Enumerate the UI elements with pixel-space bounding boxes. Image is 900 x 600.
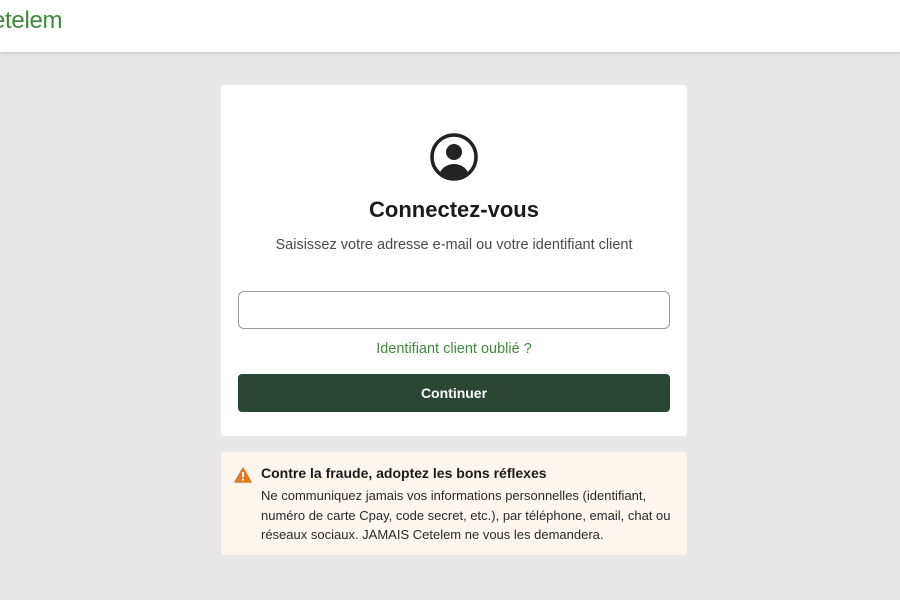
page-subtitle: Saisissez votre adresse e-mail ou votre … [275, 237, 633, 253]
fraud-alert-title: Contre la fraude, adoptez les bons réfle… [261, 465, 547, 481]
cetelem-logo[interactable]: etelem [0, 7, 63, 35]
warning-icon [234, 467, 252, 483]
identifier-input[interactable] [238, 291, 670, 329]
user-circle-icon [429, 132, 479, 182]
login-card: Connectez-vous Saisissez votre adresse e… [221, 85, 687, 436]
fraud-alert-line: Ne communiquez jamais vos informations p… [261, 488, 647, 503]
fraud-alert-line: réseaux sociaux. JAMAIS Cetelem ne vous … [261, 527, 604, 542]
continue-button[interactable]: Continuer [238, 374, 670, 412]
page-title: Connectez-vous [369, 197, 539, 222]
fraud-alert-line: numéro de carte Cpay, code secret, etc.)… [261, 507, 671, 523]
top-header: etelem [0, 0, 900, 52]
fraud-alert: Contre la fraude, adoptez les bons réfle… [221, 452, 687, 555]
fraud-alert-text: Ne communiquez jamais vos informations p… [261, 486, 677, 545]
forgot-identifier-link[interactable]: Identifiant client oublié ? [221, 341, 687, 357]
